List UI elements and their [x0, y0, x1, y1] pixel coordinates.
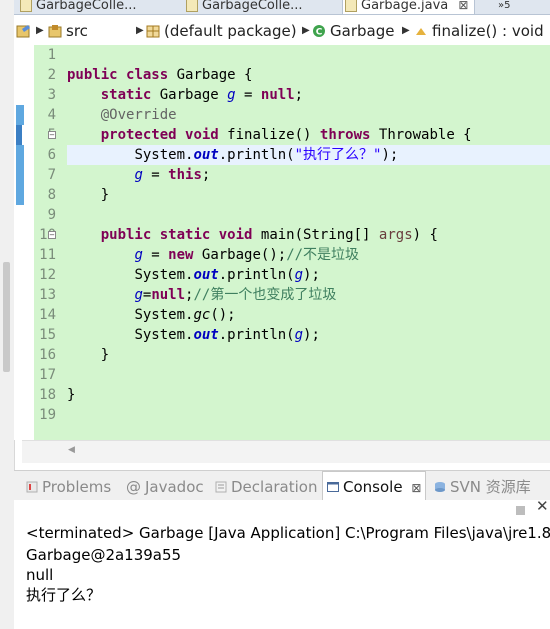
console-output[interactable]: <terminated> Garbage [Java Application] … — [14, 520, 550, 629]
trim-scroll-thumb[interactable] — [3, 262, 10, 372]
declaration-icon — [215, 481, 227, 493]
code-line-16: } — [100, 347, 110, 363]
code-line-2: public class Garbage { — [67, 67, 253, 83]
line-number: 7 — [47, 167, 56, 183]
source-folder-icon — [48, 25, 62, 38]
code-line-10: public static void main(String[] args) { — [100, 227, 438, 243]
line-number: 16 — [39, 347, 56, 363]
svg-text:C: C — [316, 28, 323, 38]
java-file-icon — [20, 0, 32, 12]
breadcrumb-method[interactable]: finalize() : void — [414, 21, 544, 41]
breadcrumb-class[interactable]: C Garbage — [312, 21, 394, 41]
code-line-3: static Garbage g = null; — [100, 87, 304, 103]
line-number: 11 — [39, 247, 56, 263]
code-line-4: @Override — [100, 107, 177, 123]
code-line-5: protected void finalize() throws Throwab… — [100, 127, 472, 143]
line-number: 4 — [47, 107, 56, 123]
overview-ruler — [14, 45, 34, 440]
code-line-8: } — [100, 187, 110, 203]
line-number: 8 — [47, 187, 56, 203]
code-line-6-current: System.out.println("执行了么？"); — [67, 145, 550, 165]
fold-collapse-icon[interactable]: − — [48, 231, 56, 239]
terminate-icon[interactable] — [516, 506, 525, 515]
tab-label: Garbage.java — [361, 0, 449, 13]
horizontal-scrollbar[interactable]: ◀ — [22, 440, 550, 463]
editor-tab-garbage-java[interactable]: Garbage.java ⊠ — [342, 0, 476, 14]
javadoc-icon: @ — [126, 478, 141, 496]
code-area[interactable]: public class Garbage { static Garbage g … — [67, 45, 550, 440]
breadcrumb-method-label: finalize() : void — [432, 22, 544, 40]
line-number: 9 — [47, 207, 56, 223]
breadcrumb-separator-icon: ▶ — [402, 25, 410, 36]
method-icon — [416, 28, 426, 35]
code-line-11: g = new Garbage();//不是垃圾 — [134, 247, 360, 263]
tab-label: GarbageColle... — [202, 0, 303, 13]
java-file-icon — [186, 0, 198, 12]
code-line-15: System.out.println(g); — [134, 327, 320, 343]
code-editor[interactable]: 1 2 3 4 5 6 7 8 9 10 11 12 13 14 15 16 1… — [14, 45, 550, 440]
line-number: 18 — [39, 387, 56, 403]
console-line: Garbage@2a139a55 — [26, 546, 182, 564]
tab-declaration[interactable]: Declaration — [215, 475, 317, 499]
breadcrumb: ▶ src ▶ (default package) ▶ C Garbage ▶ … — [14, 15, 550, 46]
remove-launch-icon[interactable]: ✕ — [536, 499, 549, 514]
breadcrumb-separator-icon: ▶ — [302, 25, 310, 36]
java-file-icon — [345, 0, 357, 12]
line-number: 2 — [47, 67, 56, 83]
breadcrumb-src[interactable]: src — [48, 21, 88, 41]
code-line-12: System.out.println(g); — [134, 267, 320, 283]
code-line-18: } — [67, 387, 76, 403]
code-line-14: System.gc(); — [134, 307, 236, 323]
close-tab-icon[interactable]: ⊠ — [458, 0, 468, 12]
problems-icon — [26, 481, 38, 493]
breadcrumb-package-label: (default package) — [164, 22, 297, 40]
console-line: 执行了么？ — [26, 586, 102, 604]
line-number: 13 — [39, 287, 56, 303]
override-marker-icon — [16, 125, 22, 145]
line-number: 19 — [39, 407, 56, 423]
more-tabs-button[interactable]: »5 — [494, 0, 510, 14]
breadcrumb-separator-icon: ▶ — [136, 25, 144, 36]
tab-svn-repository[interactable]: SVN 资源库 — [434, 475, 531, 499]
editor-tab-garbagecollector-1[interactable]: GarbageColle... — [18, 0, 137, 14]
line-number: 14 — [39, 307, 56, 323]
console-header: <terminated> Garbage [Java Application] … — [26, 524, 550, 542]
breadcrumb-src-label: src — [66, 22, 88, 40]
view-tab-bar: Problems @ Javadoc Declaration Console ⊠ … — [14, 470, 550, 502]
line-number: 15 — [39, 327, 56, 343]
code-line-13: g=null;//第一个也变成了垃圾 — [134, 287, 337, 303]
breadcrumb-package[interactable]: (default package) — [146, 21, 297, 41]
line-number: 1 — [47, 47, 56, 63]
project-icon — [16, 25, 30, 38]
line-number: 12 — [39, 267, 56, 283]
change-marker — [16, 145, 24, 185]
tab-console[interactable]: Console ⊠ — [322, 471, 427, 502]
console-icon — [327, 482, 339, 492]
left-trim-bar — [0, 0, 15, 629]
package-icon — [146, 25, 160, 38]
scroll-left-icon[interactable]: ◀ — [68, 445, 75, 455]
line-number: 3 — [47, 87, 56, 103]
editor-tab-bar: GarbageColle... GarbageColle... Garbage.… — [14, 0, 550, 15]
breadcrumb-class-label: Garbage — [330, 22, 395, 40]
change-marker — [16, 185, 24, 205]
svn-repository-icon — [435, 482, 445, 492]
line-number: 17 — [39, 367, 56, 383]
line-number: 6 — [47, 147, 56, 163]
console-toolbar: ✕ — [14, 499, 550, 520]
breadcrumb-separator-icon: ▶ — [36, 25, 44, 36]
change-marker — [16, 105, 24, 125]
console-line: null — [26, 566, 54, 584]
tab-javadoc[interactable]: @ Javadoc — [126, 475, 204, 499]
fold-collapse-icon[interactable]: − — [48, 131, 56, 139]
class-icon: C — [313, 25, 325, 38]
breadcrumb-project[interactable] — [16, 21, 36, 41]
editor-tab-garbagecollector-2[interactable]: GarbageColle... — [184, 0, 303, 14]
line-number-gutter: 1 2 3 4 5 6 7 8 9 10 11 12 13 14 15 16 1… — [34, 45, 56, 440]
tab-label: GarbageColle... — [36, 0, 137, 13]
close-console-icon[interactable]: ⊠ — [411, 481, 421, 495]
tab-problems[interactable]: Problems — [26, 475, 111, 499]
code-line-7: g = this; — [134, 167, 211, 183]
